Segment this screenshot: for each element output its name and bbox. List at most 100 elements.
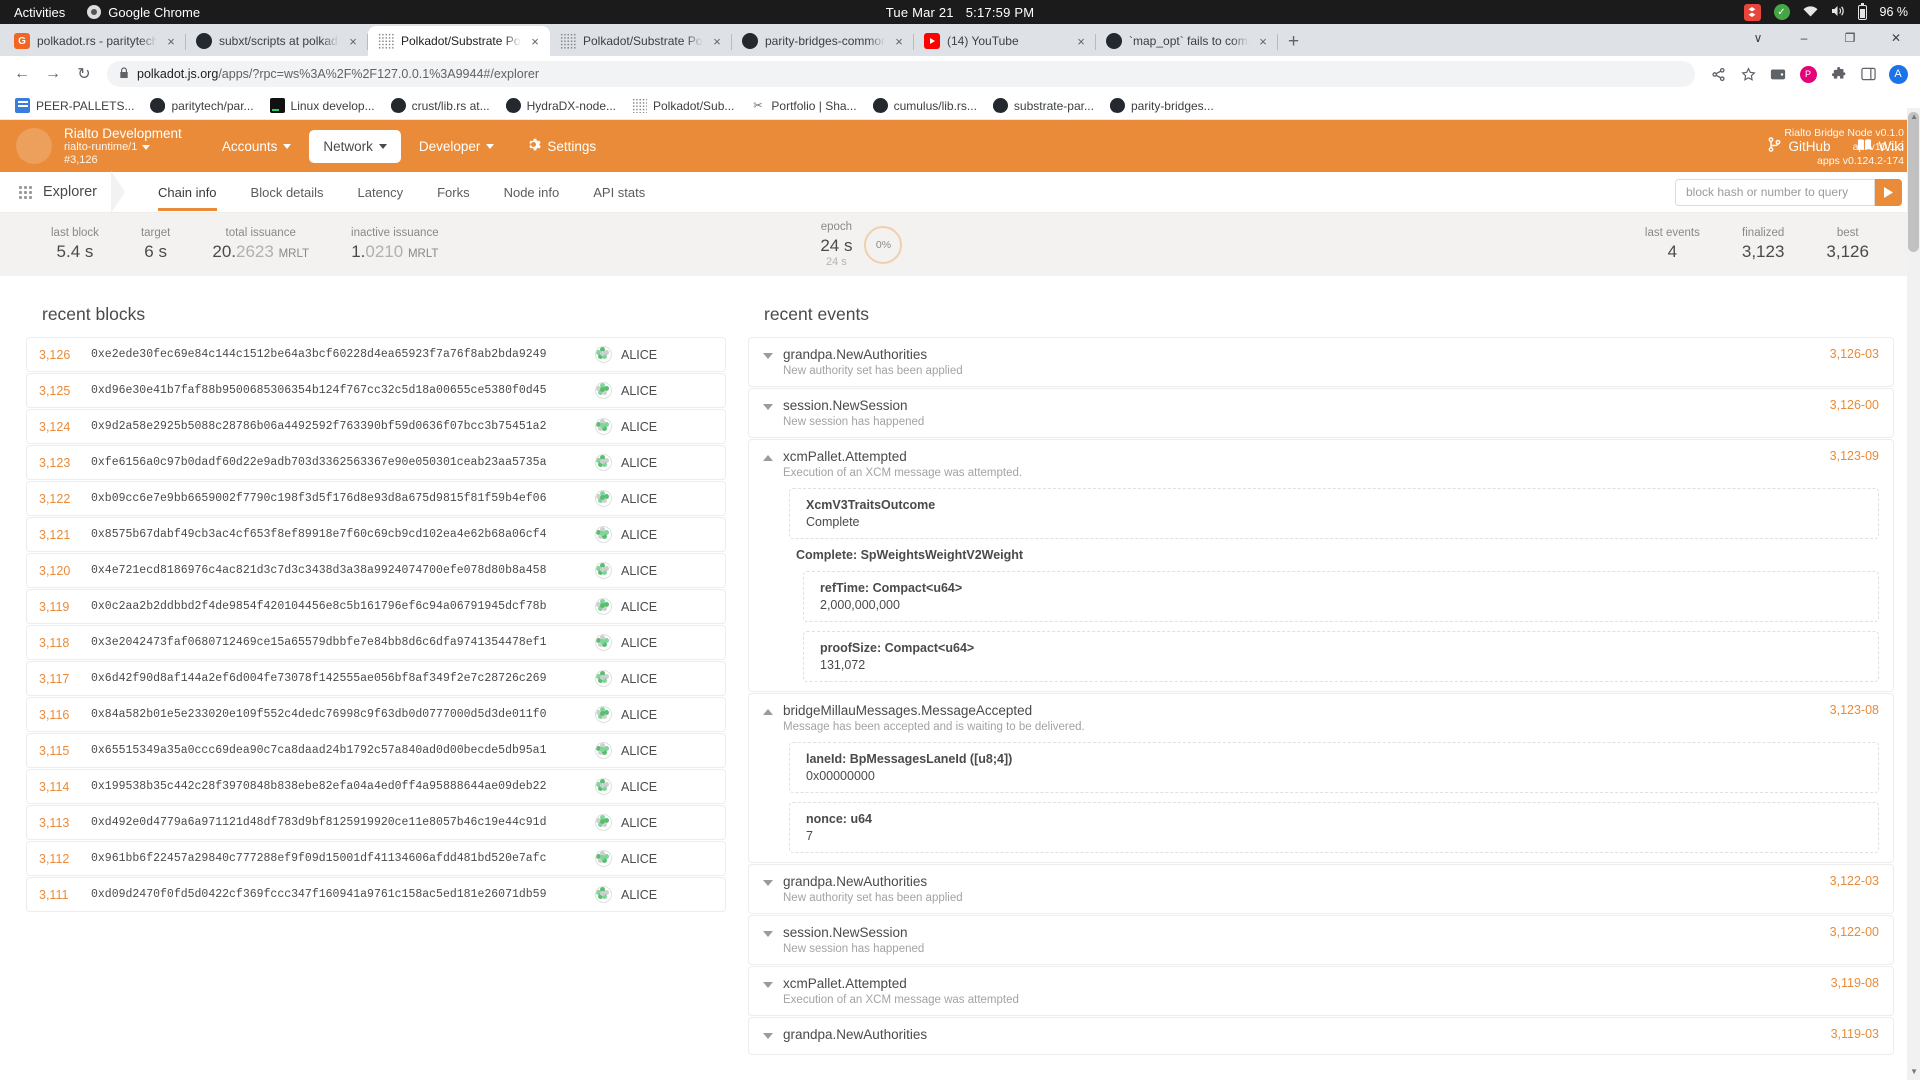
event-block-tag[interactable]: 3,123-08 (1830, 703, 1879, 717)
nav-network[interactable]: Network (309, 129, 401, 163)
block-hash[interactable]: 0xb09cc6e7e9bb6659002f7790c198f3d5f176d8… (91, 492, 595, 505)
block-number[interactable]: 3,116 (39, 708, 91, 722)
sidepanel-icon[interactable] (1854, 60, 1882, 88)
tab-close-icon[interactable]: × (346, 34, 360, 49)
block-number[interactable]: 3,118 (39, 636, 91, 650)
list-item[interactable]: 3,119-08 xcmPallet.Attempted Execution of … (748, 966, 1894, 1016)
table-row[interactable]: 3,119 0x0c2aa2b2ddbbd2f4de9854f420104456e… (26, 589, 726, 624)
event-header[interactable]: session.NewSession New session has happen… (763, 924, 1879, 955)
block-number[interactable]: 3,115 (39, 744, 91, 758)
list-item[interactable]: 3,126-00 session.NewSession New session ha… (748, 388, 1894, 438)
check-circle-icon[interactable]: ✓ (1773, 4, 1790, 20)
block-hash[interactable]: 0x6d42f90d8af144a2ef6d004fe73078f142555a… (91, 672, 595, 685)
table-row[interactable]: 3,114 0x199538b35c442c28f3970848b838ebe82… (26, 769, 726, 804)
block-hash[interactable]: 0x65515349a35a0ccc69dea90c7ca8daad24b179… (91, 744, 595, 757)
maximize-button[interactable]: ❐ (1828, 24, 1872, 52)
table-row[interactable]: 3,126 0xe2ede30fec69e84c144c1512be64a3bcf… (26, 337, 726, 372)
address-bar[interactable]: polkadot.js.org/apps/?rpc=ws%3A%2F%2F127… (107, 61, 1695, 87)
block-hash[interactable]: 0xd09d2470f0fd5d0422cf369fccc347f160941a… (91, 888, 595, 901)
table-row[interactable]: 3,124 0x9d2a58e2925b5088c28786b06a4492592… (26, 409, 726, 444)
block-number[interactable]: 3,112 (39, 852, 91, 866)
block-number[interactable]: 3,111 (39, 888, 91, 902)
block-hash[interactable]: 0xe2ede30fec69e84c144c1512be64a3bcf60228… (91, 348, 595, 361)
event-block-tag[interactable]: 3,122-00 (1830, 925, 1879, 939)
dropbox-icon[interactable] (1743, 3, 1761, 21)
chain-selector[interactable]: Rialto Development rialto-runtime/1 #3,1… (64, 126, 182, 167)
tab-node-info[interactable]: Node info (487, 173, 577, 211)
block-number[interactable]: 3,114 (39, 780, 91, 794)
battery-icon[interactable] (1857, 2, 1867, 20)
event-block-tag[interactable]: 3,119-08 (1831, 976, 1879, 990)
block-number[interactable]: 3,125 (39, 384, 91, 398)
page-scrollbar-track[interactable] (1907, 108, 1920, 1080)
table-row[interactable]: 3,118 0x3e2042473faf0680712469ce15a65579d… (26, 625, 726, 660)
block-hash[interactable]: 0x4e721ecd8186976c4ac821d3c7d3c3438d3a38… (91, 564, 595, 577)
bookmark-item[interactable]: HydraDX-node... (499, 95, 623, 116)
nav-settings[interactable]: Settings (512, 128, 610, 164)
wallet-icon[interactable] (1764, 60, 1792, 88)
active-app-indicator[interactable]: Google Chrome (87, 5, 200, 20)
block-hash[interactable]: 0x961bb6f22457a29840c777288ef9f09d15001d… (91, 852, 595, 865)
table-row[interactable]: 3,116 0x84a582b01e5e233020e109f552c4dedc7… (26, 697, 726, 732)
tab-close-icon[interactable]: × (1256, 34, 1270, 49)
event-header[interactable]: grandpa.NewAuthorities (763, 1026, 1879, 1045)
browser-tab-4[interactable]: Polkadot/Substrate Porta × (550, 26, 732, 56)
minimize-button[interactable]: – (1782, 24, 1826, 52)
wifi-icon[interactable] (1803, 5, 1818, 19)
chevron-down-icon[interactable] (763, 982, 773, 988)
block-hash[interactable]: 0x9d2a58e2925b5088c28786b06a4492592f7633… (91, 420, 595, 433)
system-clock[interactable]: Tue Mar 21 5:17:59 PM (886, 5, 1035, 20)
search-submit-button[interactable] (1875, 178, 1902, 206)
bookmark-item[interactable]: ✂ Portfolio | Sha... (743, 95, 863, 116)
block-hash[interactable]: 0xd492e0d4779a6a971121d48df783d9bf812591… (91, 816, 595, 829)
block-hash[interactable]: 0xfe6156a0c97b0dadf60d22e9adb703d3362563… (91, 456, 595, 469)
bookmark-item[interactable]: crust/lib.rs at... (384, 95, 497, 116)
block-number[interactable]: 3,117 (39, 672, 91, 686)
block-hash[interactable]: 0x8575b67dabf49cb3ac4cf653f8ef89918e7f60… (91, 528, 595, 541)
chevron-down-icon[interactable] (142, 144, 151, 150)
event-block-tag[interactable]: 3,126-00 (1830, 398, 1879, 412)
table-row[interactable]: 3,123 0xfe6156a0c97b0dadf60d22e9adb703d33… (26, 445, 726, 480)
list-item[interactable]: 3,126-03 grandpa.NewAuthorities New author… (748, 337, 1894, 387)
browser-tab-6[interactable]: (14) YouTube × (914, 26, 1096, 56)
tab-close-icon[interactable]: × (528, 34, 542, 49)
chevron-down-icon[interactable] (763, 1033, 773, 1039)
tab-search-icon[interactable]: ∨ (1736, 24, 1780, 52)
activities-button[interactable]: Activities (14, 5, 65, 20)
tab-close-icon[interactable]: × (1074, 34, 1088, 49)
bookmark-item[interactable]: Polkadot/Sub... (625, 95, 741, 116)
event-header[interactable]: grandpa.NewAuthorities New authority set … (763, 873, 1879, 904)
extensions-icon[interactable] (1824, 60, 1852, 88)
table-row[interactable]: 3,120 0x4e721ecd8186976c4ac821d3c7d3c3438… (26, 553, 726, 588)
event-header[interactable]: session.NewSession New session has happen… (763, 397, 1879, 428)
extension-p-icon[interactable]: P (1794, 60, 1822, 88)
volume-icon[interactable] (1831, 5, 1845, 19)
event-header[interactable]: bridgeMillauMessages.MessageAccepted Mess… (763, 702, 1879, 733)
block-number[interactable]: 3,124 (39, 420, 91, 434)
browser-tab-1[interactable]: G polkadot.rs - paritytech/p × (4, 26, 186, 56)
event-header[interactable]: xcmPallet.Attempted Execution of an XCM m… (763, 975, 1879, 1006)
reload-icon[interactable]: ↻ (70, 60, 98, 88)
share-icon[interactable] (1704, 60, 1732, 88)
table-row[interactable]: 3,122 0xb09cc6e7e9bb6659002f7790c198f3d5f… (26, 481, 726, 516)
bookmark-item[interactable]: substrate-par... (986, 95, 1101, 116)
tab-block-details[interactable]: Block details (234, 173, 341, 211)
bookmark-item[interactable]: cumulus/lib.rs... (866, 95, 984, 116)
list-item[interactable]: 3,122-00 session.NewSession New session ha… (748, 915, 1894, 965)
block-number[interactable]: 3,122 (39, 492, 91, 506)
tab-chain-info[interactable]: Chain info (141, 173, 234, 211)
event-block-tag[interactable]: 3,119-03 (1831, 1027, 1879, 1041)
tab-close-icon[interactable]: × (710, 34, 724, 49)
tab-forks[interactable]: Forks (420, 173, 487, 211)
table-row[interactable]: 3,112 0x961bb6f22457a29840c777288ef9f09d1… (26, 841, 726, 876)
block-number[interactable]: 3,120 (39, 564, 91, 578)
event-block-tag[interactable]: 3,126-03 (1830, 347, 1879, 361)
chevron-up-icon[interactable] (763, 455, 773, 461)
bookmark-star-icon[interactable] (1734, 60, 1762, 88)
block-hash[interactable]: 0xd96e30e41b7faf88b9500685306354b124f767… (91, 384, 595, 397)
tab-close-icon[interactable]: × (164, 34, 178, 49)
block-number[interactable]: 3,119 (39, 600, 91, 614)
bookmark-item[interactable]: PEER-PALLETS... (8, 95, 141, 116)
page-scrollbar-thumb[interactable] (1908, 112, 1919, 252)
block-number[interactable]: 3,123 (39, 456, 91, 470)
